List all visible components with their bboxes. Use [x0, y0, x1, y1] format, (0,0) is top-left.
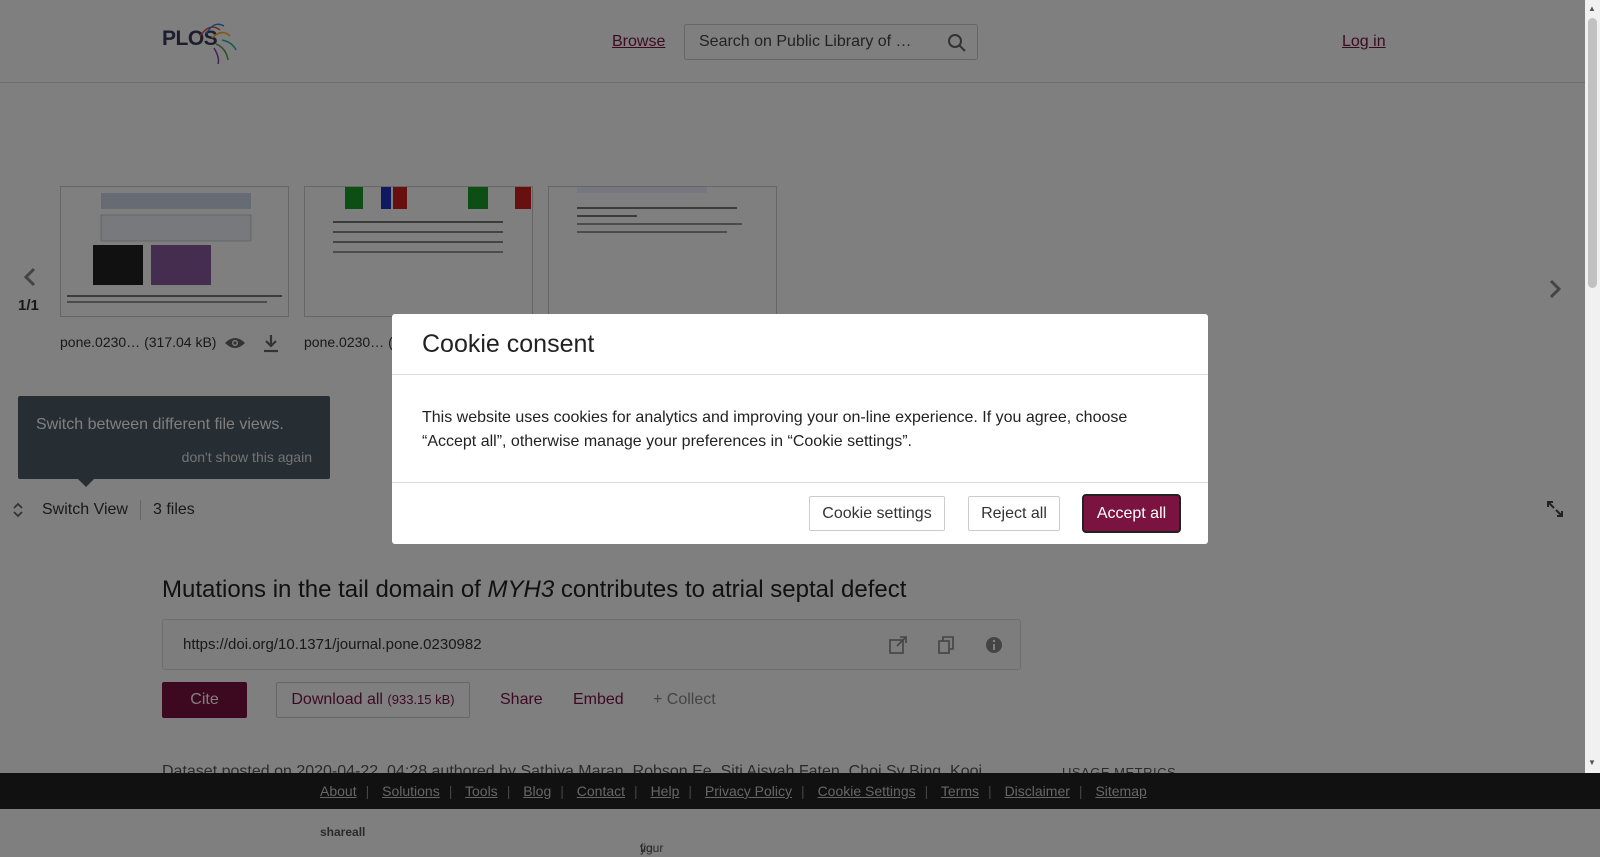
cookie-dialog-body: This website uses cookies for analytics …: [422, 409, 1128, 450]
cookie-settings-button[interactable]: Cookie settings: [809, 496, 945, 531]
cookie-consent-dialog: Cookie consent This website uses cookies…: [392, 314, 1208, 544]
dialog-divider: [392, 482, 1208, 483]
reject-all-button[interactable]: Reject all: [968, 496, 1060, 531]
scroll-up-arrow-icon[interactable]: ▲: [1588, 4, 1596, 13]
accept-all-button[interactable]: Accept all: [1082, 494, 1181, 533]
cookie-dialog-title: Cookie consent: [422, 330, 595, 358]
scrollbar-thumb[interactable]: [1588, 18, 1597, 288]
scroll-down-arrow-icon[interactable]: ▼: [1588, 758, 1596, 767]
dialog-divider: [392, 374, 1208, 375]
page-scrollbar[interactable]: ▲ ▼: [1585, 0, 1600, 773]
